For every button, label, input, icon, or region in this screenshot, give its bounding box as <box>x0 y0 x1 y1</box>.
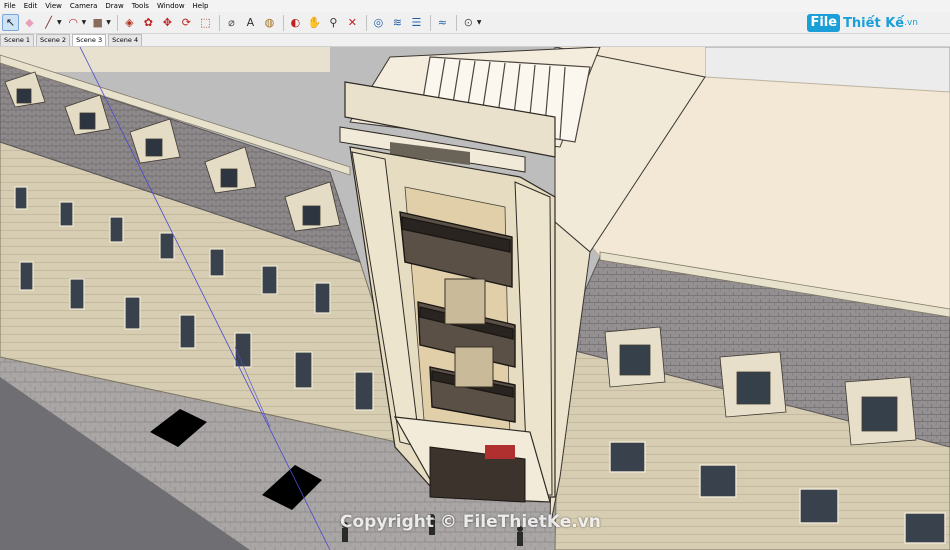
red-signboard <box>485 445 515 459</box>
move-tool-icon[interactable]: ✥ <box>159 14 176 31</box>
select-tool-icon[interactable]: ↖ <box>2 14 19 31</box>
scene-tab-4[interactable]: Scene 4 <box>108 34 143 46</box>
toolbar-separator <box>429 14 431 31</box>
pan-tool-icon[interactable]: ✋ <box>306 14 323 31</box>
logo-box-text: File <box>807 14 841 32</box>
layer-tool-icon[interactable]: ☰ <box>408 14 425 31</box>
sketchup-model-scene[interactable] <box>0 47 950 550</box>
menu-draw[interactable]: Draw <box>101 0 127 12</box>
chevron-down-icon[interactable]: ▼ <box>477 19 482 26</box>
chevron-down-icon[interactable]: ▼ <box>82 19 87 26</box>
menu-help[interactable]: Help <box>189 0 213 12</box>
text-tool-icon[interactable]: A <box>242 14 259 31</box>
toolbar-separator <box>218 14 220 31</box>
menu-tools[interactable]: Tools <box>128 0 153 12</box>
menu-bar: File Edit View Camera Draw Tools Window Help <box>0 0 950 12</box>
zoom-tool-icon[interactable]: ⚲ <box>325 14 342 31</box>
scene-tab-1[interactable]: Scene 1 <box>0 34 35 46</box>
account-icon[interactable]: ⊙ <box>460 14 477 31</box>
eraser-tool-icon[interactable]: ◆ <box>21 14 38 31</box>
tape-measure-tool-icon[interactable]: ⌀ <box>223 14 240 31</box>
left-rooftop-edge <box>0 47 330 72</box>
toolbar-separator <box>282 14 284 31</box>
chevron-down-icon[interactable]: ▼ <box>106 19 111 26</box>
scene-tab-2[interactable]: Scene 2 <box>36 34 71 46</box>
menu-file[interactable]: File <box>0 0 20 12</box>
menu-camera[interactable]: Camera <box>66 0 101 12</box>
toolbar-separator <box>455 14 457 31</box>
chevron-down-icon[interactable]: ▼ <box>57 19 62 26</box>
menu-window[interactable]: Window <box>153 0 189 12</box>
warehouse-icon[interactable]: ◎ <box>370 14 387 31</box>
offset-tool-icon[interactable]: ✿ <box>140 14 157 31</box>
line-tool-icon[interactable]: ╱ <box>40 14 57 31</box>
3d-viewport[interactable] <box>0 47 950 550</box>
push-pull-tool-icon[interactable]: ◈ <box>121 14 138 31</box>
toolbar-separator <box>365 14 367 31</box>
menu-edit[interactable]: Edit <box>20 0 42 12</box>
scene-tabs-bar: Scene 1 Scene 2 Scene 3 Scene 4 <box>0 34 950 47</box>
copyright-watermark: Copyright © FileThietKe.vn <box>340 512 601 532</box>
logo-text: Thiết Kế <box>843 15 905 31</box>
rotate-tool-icon[interactable]: ⟳ <box>178 14 195 31</box>
shape-tool-icon[interactable]: ■ <box>89 14 106 31</box>
logo-tld: .vn <box>904 18 918 28</box>
extension-warehouse-icon[interactable]: ≋ <box>389 14 406 31</box>
paint-bucket-tool-icon[interactable]: ◍ <box>261 14 278 31</box>
orbit-tool-icon[interactable]: ◐ <box>287 14 304 31</box>
zoom-extents-tool-icon[interactable]: ✕ <box>344 14 361 31</box>
scale-tool-icon[interactable]: ⬚ <box>197 14 214 31</box>
arc-tool-icon[interactable]: ◠ <box>65 14 82 31</box>
toolbar-separator <box>116 14 118 31</box>
extension-manager-icon[interactable]: ≈ <box>434 14 451 31</box>
menu-view[interactable]: View <box>41 0 66 12</box>
scene-tab-3[interactable]: Scene 3 <box>72 34 107 46</box>
filethietke-logo: File Thiết Kế .vn <box>807 13 918 33</box>
